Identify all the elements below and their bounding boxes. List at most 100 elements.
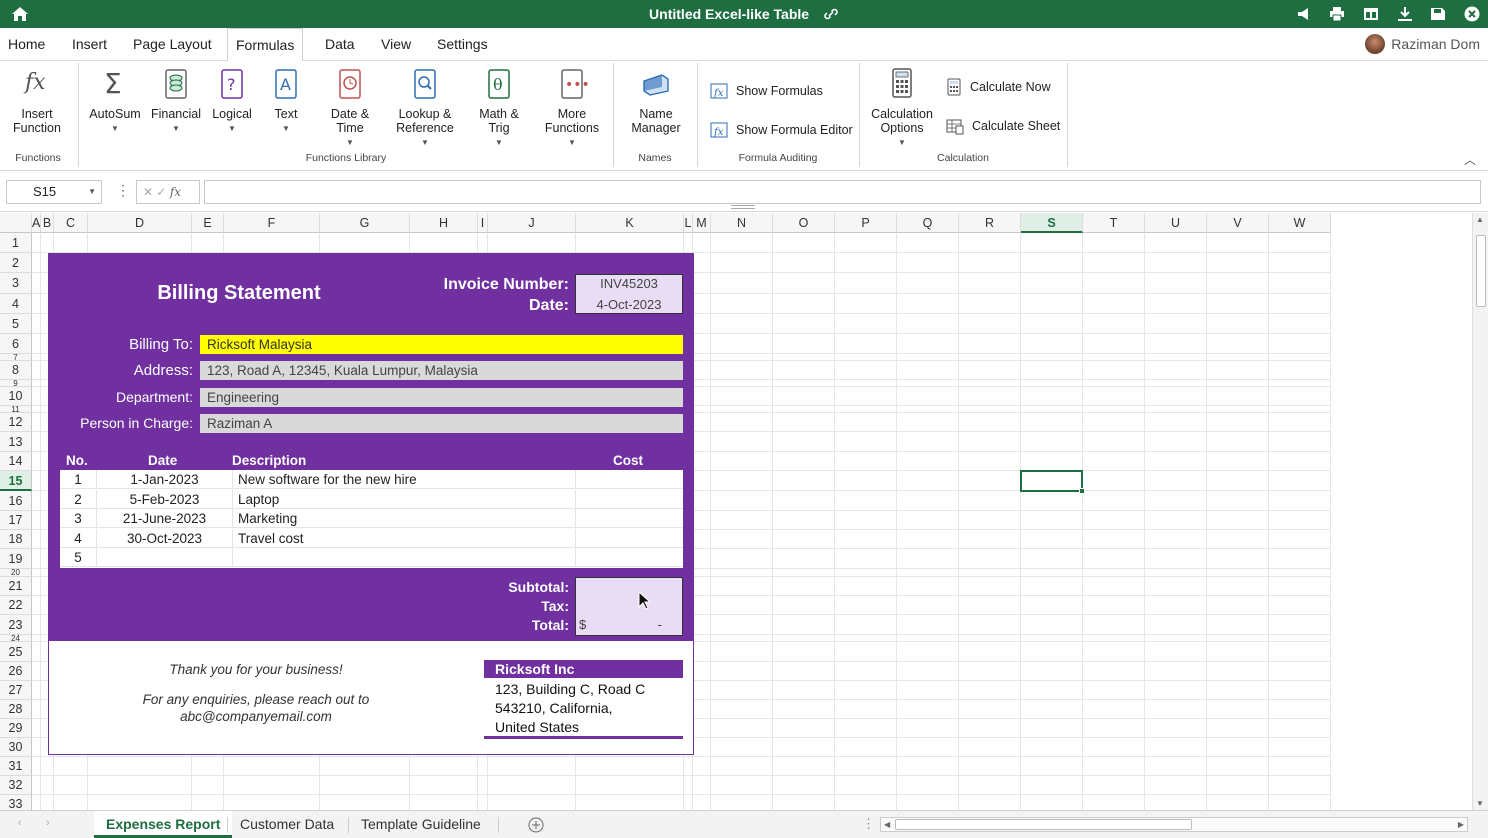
table-cell-no[interactable]: 1 xyxy=(60,470,96,489)
name-manager-button[interactable]: Name Manager xyxy=(624,67,688,135)
tab-scroll-right-icon[interactable]: › xyxy=(46,817,50,829)
column-header-o[interactable]: O xyxy=(773,213,835,233)
scroll-left-icon[interactable]: ◀ xyxy=(884,818,890,831)
show-formulas-button[interactable]: fx Show Formulas xyxy=(710,82,823,100)
menu-settings[interactable]: Settings xyxy=(429,28,496,61)
scroll-up-icon[interactable]: ▲ xyxy=(1476,215,1484,224)
row-header-18[interactable]: 18 xyxy=(0,530,32,549)
column-header-b[interactable]: B xyxy=(41,213,54,233)
row-header-11[interactable]: 11 xyxy=(0,406,32,413)
collapse-ribbon-icon[interactable]: ︿ xyxy=(1464,151,1476,168)
show-formula-editor-button[interactable]: fx Show Formula Editor xyxy=(710,121,853,139)
billing-to-field[interactable]: Ricksoft Malaysia xyxy=(200,335,683,354)
column-header-n[interactable]: N xyxy=(711,213,773,233)
column-header-k[interactable]: K xyxy=(576,213,684,233)
column-header-t[interactable]: T xyxy=(1083,213,1145,233)
column-header-h[interactable]: H xyxy=(410,213,478,233)
lookup-reference-button[interactable]: Lookup & Reference ▼ xyxy=(390,67,460,150)
row-header-3[interactable]: 3 xyxy=(0,273,32,294)
column-header-l[interactable]: L xyxy=(684,213,693,233)
menu-view[interactable]: View xyxy=(373,28,419,61)
row-header-23[interactable]: 23 xyxy=(0,615,32,635)
table-cell-cost[interactable] xyxy=(575,509,683,528)
department-field[interactable]: Engineering xyxy=(200,388,683,407)
address-field[interactable]: 123, Road A, 12345, Kuala Lumpur, Malays… xyxy=(200,361,683,380)
menu-home[interactable]: Home xyxy=(0,28,53,61)
row-header-6[interactable]: 6 xyxy=(0,334,32,354)
scroll-right-icon[interactable]: ▶ xyxy=(1458,818,1464,831)
date-value[interactable]: 4-Oct-2023 xyxy=(575,297,683,312)
row-header-22[interactable]: 22 xyxy=(0,596,32,615)
menu-formulas[interactable]: Formulas xyxy=(227,28,304,62)
user-profile[interactable]: Raziman Dom xyxy=(1365,34,1480,54)
insert-function-button[interactable]: fx Insert Function xyxy=(8,67,66,135)
row-header-14[interactable]: 14 xyxy=(0,452,32,471)
row-header-20[interactable]: 20 xyxy=(0,569,32,577)
menu-data[interactable]: Data xyxy=(317,28,363,61)
logical-button[interactable]: ? Logical ▼ xyxy=(206,67,258,136)
table-cell-desc[interactable]: New software for the new hire xyxy=(232,470,575,489)
column-header-i[interactable]: I xyxy=(478,213,488,233)
calculate-sheet-button[interactable]: Calculate Sheet xyxy=(946,117,1060,135)
row-header-25[interactable]: 25 xyxy=(0,642,32,662)
column-header-v[interactable]: V xyxy=(1207,213,1269,233)
more-options-icon[interactable]: ⋮ xyxy=(116,182,130,199)
resize-handle[interactable] xyxy=(731,205,755,209)
table-cell-cost[interactable] xyxy=(575,470,683,489)
row-header-8[interactable]: 8 xyxy=(0,361,32,380)
column-header-c[interactable]: C xyxy=(54,213,88,233)
table-cell-desc[interactable]: Travel cost xyxy=(232,528,575,548)
table-cell-no[interactable]: 2 xyxy=(60,490,96,509)
tab-customer-data[interactable]: Customer Data xyxy=(228,811,346,838)
column-header-f[interactable]: F xyxy=(224,213,320,233)
column-header-u[interactable]: U xyxy=(1145,213,1207,233)
table-cell-cost[interactable] xyxy=(575,489,683,509)
formula-input[interactable] xyxy=(204,180,1481,204)
close-icon[interactable] xyxy=(1462,4,1482,24)
row-header-12[interactable]: 12 xyxy=(0,413,32,432)
download-icon[interactable] xyxy=(1395,4,1415,24)
tab-template-guideline[interactable]: Template Guideline xyxy=(349,811,493,838)
row-header-1[interactable]: 1 xyxy=(0,233,32,253)
column-header-m[interactable]: M xyxy=(693,213,711,233)
function-icon[interactable]: fx xyxy=(170,185,181,199)
calculation-options-button[interactable]: Calculation Options ▼ xyxy=(866,67,938,150)
menu-page-layout[interactable]: Page Layout xyxy=(125,28,220,61)
cancel-icon[interactable]: ✕ xyxy=(143,185,153,199)
column-header-d[interactable]: D xyxy=(88,213,192,233)
horizontal-scroll-thumb[interactable] xyxy=(895,819,1192,830)
tab-expenses-report[interactable]: Expenses Report xyxy=(94,811,233,838)
vertical-scrollbar[interactable]: ▲ ▼ xyxy=(1472,213,1488,810)
financial-button[interactable]: Financial ▼ xyxy=(148,67,204,136)
table-cell-cost[interactable] xyxy=(575,548,683,567)
table-cell-date[interactable] xyxy=(96,548,232,567)
table-cell-desc[interactable] xyxy=(232,548,575,567)
person-in-charge-field[interactable]: Raziman A xyxy=(200,414,683,433)
table-cell-no[interactable]: 4 xyxy=(60,529,96,548)
table-cell-date[interactable]: 5-Feb-2023 xyxy=(96,489,232,509)
name-box[interactable]: S15 ▼ xyxy=(6,180,102,204)
row-header-32[interactable]: 32 xyxy=(0,776,32,795)
add-sheet-icon[interactable] xyxy=(528,817,544,836)
table-cell-date[interactable]: 30-Oct-2023 xyxy=(96,528,232,548)
text-button[interactable]: A Text ▼ xyxy=(262,67,310,136)
row-header-2[interactable]: 2 xyxy=(0,253,32,273)
save-icon[interactable] xyxy=(1428,4,1448,24)
horizontal-scrollbar[interactable]: ◀ ▶ xyxy=(880,817,1468,832)
column-header-g[interactable]: G xyxy=(320,213,410,233)
row-header-17[interactable]: 17 xyxy=(0,511,32,530)
table-cell-no[interactable]: 3 xyxy=(60,509,96,528)
column-header-j[interactable]: J xyxy=(488,213,576,233)
row-header-21[interactable]: 21 xyxy=(0,577,32,596)
row-header-16[interactable]: 16 xyxy=(0,491,32,511)
column-header-r[interactable]: R xyxy=(959,213,1021,233)
row-header-10[interactable]: 10 xyxy=(0,387,32,406)
table-cell-no[interactable]: 5 xyxy=(60,548,96,567)
scroll-down-icon[interactable]: ▼ xyxy=(1476,799,1484,808)
row-header-4[interactable]: 4 xyxy=(0,294,32,314)
more-functions-button[interactable]: ••• More Functions ▼ xyxy=(540,67,604,150)
row-header-7[interactable]: 7 xyxy=(0,354,32,361)
row-header-13[interactable]: 13 xyxy=(0,432,32,452)
date-time-button[interactable]: Date & Time ▼ xyxy=(320,67,380,150)
column-header-p[interactable]: P xyxy=(835,213,897,233)
